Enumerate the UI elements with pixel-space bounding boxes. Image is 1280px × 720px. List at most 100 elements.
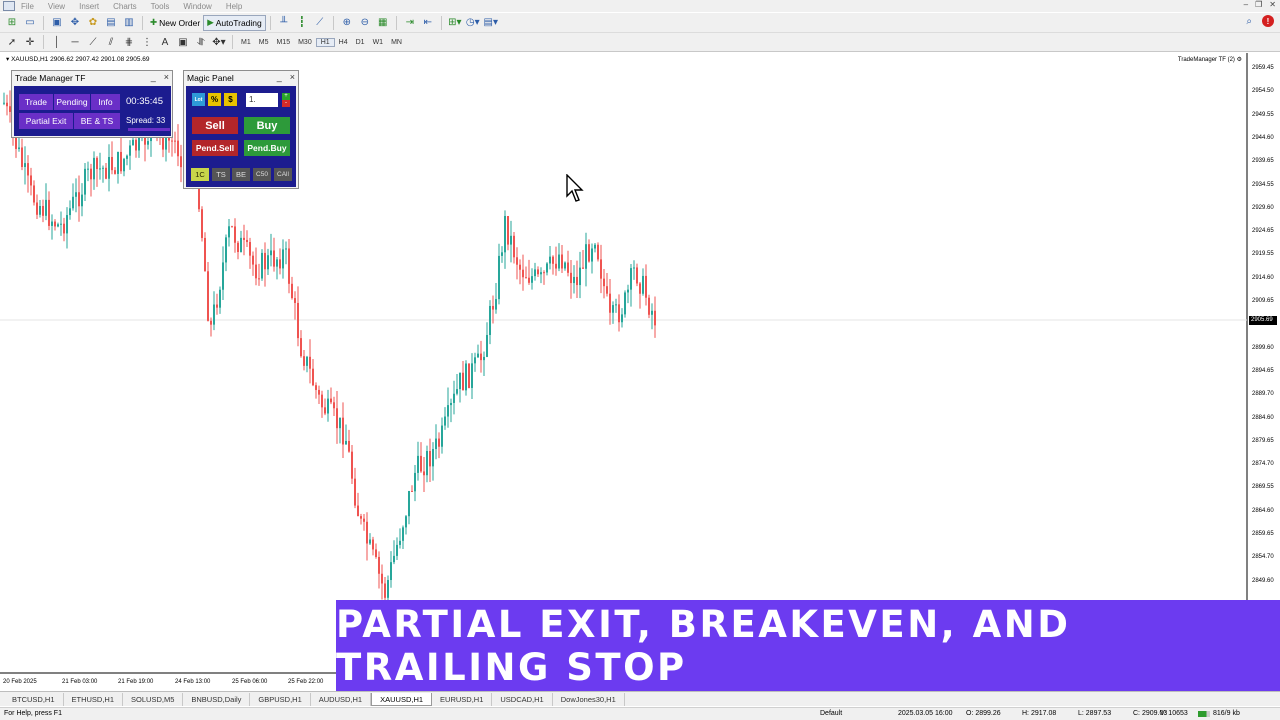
timeframe-m5[interactable]: M5 (255, 39, 273, 46)
text-label-icon[interactable]: ▣ (175, 34, 191, 50)
trailing-stop-button[interactable]: TS (212, 168, 230, 181)
sell-button[interactable]: Sell (192, 117, 238, 134)
timeframe-d1[interactable]: D1 (352, 39, 369, 46)
chart-tab[interactable]: DowJones30,H1 (553, 692, 625, 706)
trade-button[interactable]: Trade (19, 94, 53, 110)
channel-icon[interactable]: ⫽ (103, 34, 119, 50)
gann-icon[interactable]: ⋮ (139, 34, 155, 50)
timeframe-h4[interactable]: H4 (335, 39, 352, 46)
lot-decrease-button[interactable]: - (282, 100, 290, 107)
candle-body (384, 583, 386, 598)
chart-tab[interactable]: SOLUSD,M5 (123, 692, 184, 706)
percent-mode-chip[interactable]: % (208, 93, 221, 106)
tile-windows-icon[interactable]: ▦ (375, 15, 391, 31)
chart-tab[interactable]: BNBUSD,Daily (183, 692, 251, 706)
profiles-icon[interactable]: ▭ (22, 15, 38, 31)
close-50-button[interactable]: C50 (253, 168, 271, 181)
restore-icon[interactable]: ❐ (1255, 0, 1262, 9)
candle-body (321, 394, 323, 408)
data-window-icon[interactable]: ✥ (67, 15, 83, 31)
horizontal-line-icon[interactable]: ─ (67, 34, 83, 50)
menu-help[interactable]: Help (226, 2, 242, 11)
close-one-button[interactable]: 1C (191, 168, 209, 181)
autotrading-button[interactable]: ▶ AutoTrading (203, 14, 266, 31)
timeframe-m15[interactable]: M15 (272, 39, 294, 46)
zoom-out-icon[interactable]: ⊖ (357, 15, 373, 31)
chart-shift-icon[interactable]: ⇤ (420, 15, 436, 31)
pending-button[interactable]: Pending (54, 94, 90, 110)
timeframe-w1[interactable]: W1 (369, 39, 388, 46)
market-watch-icon[interactable]: ▣ (49, 15, 65, 31)
minimize-icon[interactable]: _ (277, 72, 282, 82)
chart-tab[interactable]: USDCAD,H1 (492, 692, 553, 706)
candle-body (552, 256, 554, 264)
text-icon[interactable]: A (157, 34, 173, 50)
money-mode-chip[interactable]: $ (224, 93, 237, 106)
zoom-in-icon[interactable]: ⊕ (339, 15, 355, 31)
candle-body (624, 292, 626, 315)
pending-sell-button[interactable]: Pend.Sell (192, 140, 238, 156)
candle-body (489, 305, 491, 335)
minimize-icon[interactable]: – (1244, 0, 1248, 9)
crosshair-icon[interactable]: ✛ (22, 34, 38, 50)
price-tick: 2954.50 (1252, 88, 1274, 95)
lot-increase-button[interactable]: + (282, 93, 290, 100)
trade-manager-panel[interactable]: Trade Manager TF _ × Trade Pending Info … (11, 70, 173, 138)
buy-button[interactable]: Buy (244, 117, 290, 134)
close-icon[interactable]: × (290, 72, 295, 82)
candle-body (588, 244, 590, 262)
close-icon[interactable]: × (164, 72, 169, 82)
shapes-icon[interactable]: ✥▾ (211, 34, 227, 50)
timeframe-m30[interactable]: M30 (294, 39, 316, 46)
chart-tab[interactable]: XAUUSD,H1 (371, 692, 433, 706)
chart-tab[interactable]: ETHUSD,H1 (64, 692, 124, 706)
menu-file[interactable]: File (21, 2, 34, 11)
chart-tab[interactable]: AUDUSD,H1 (311, 692, 372, 706)
chart-tab[interactable]: EURUSD,H1 (432, 692, 493, 706)
pending-buy-button[interactable]: Pend.Buy (244, 140, 290, 156)
close-all-button[interactable]: CAll (274, 168, 292, 181)
trade-manager-title-bar[interactable]: Trade Manager TF _ × (12, 71, 172, 85)
arrows-icon[interactable]: ⥯ (193, 34, 209, 50)
notification-icon[interactable]: ! (1262, 15, 1274, 27)
breakeven-button[interactable]: BE (232, 168, 250, 181)
new-chart-icon[interactable]: ⊞ (4, 15, 20, 31)
candlestick-icon[interactable]: ┇ (294, 15, 310, 31)
fibonacci-icon[interactable]: ⋕ (121, 34, 137, 50)
indicators-icon[interactable]: ⊞▾ (447, 15, 463, 31)
periods-icon[interactable]: ◷▾ (465, 15, 481, 31)
chart-tab[interactable]: BTCUSD,H1 (4, 692, 64, 706)
search-icon[interactable]: ⌕ (1246, 16, 1252, 27)
menu-view[interactable]: View (48, 2, 65, 11)
auto-scroll-icon[interactable]: ⇥ (402, 15, 418, 31)
chart-tab[interactable]: GBPUSD,H1 (250, 692, 311, 706)
settings-icon[interactable]: ⚙ (1237, 57, 1242, 63)
tester-icon[interactable]: ▥ (121, 15, 137, 31)
chart-menu-icon[interactable]: ▾ (6, 56, 9, 63)
line-chart-icon[interactable]: ⟋ (312, 15, 328, 31)
lot-size-input[interactable]: 1. (246, 93, 278, 107)
cursor-icon[interactable]: ➚ (4, 34, 20, 50)
magic-panel-title-bar[interactable]: Magic Panel _ × (184, 71, 298, 85)
menu-tools[interactable]: Tools (151, 2, 170, 11)
timeframe-h1[interactable]: H1 (315, 37, 335, 47)
magic-panel[interactable]: Magic Panel _ × Lot % $ 1. + - Sell Buy … (183, 70, 299, 189)
menu-window[interactable]: Window (183, 2, 211, 11)
bar-chart-icon[interactable]: ╨ (276, 15, 292, 31)
be-ts-button[interactable]: BE & TS (74, 113, 120, 129)
templates-icon[interactable]: ▤▾ (483, 15, 499, 31)
menu-charts[interactable]: Charts (113, 2, 137, 11)
timeframe-m1[interactable]: M1 (237, 39, 255, 46)
new-order-button[interactable]: ✚ New Order (147, 15, 203, 31)
vertical-line-icon[interactable]: │ (49, 34, 65, 50)
timeframe-mn[interactable]: MN (387, 39, 406, 46)
navigator-icon[interactable]: ✿ (85, 15, 101, 31)
terminal-icon[interactable]: ▤ (103, 15, 119, 31)
minimize-icon[interactable]: _ (151, 72, 156, 82)
close-icon[interactable]: ✕ (1269, 0, 1276, 9)
lot-mode-chip[interactable]: Lot (192, 93, 205, 106)
info-button[interactable]: Info (91, 94, 120, 110)
partial-exit-button[interactable]: Partial Exit (19, 113, 73, 129)
trendline-icon[interactable]: ⟋ (85, 34, 101, 50)
menu-insert[interactable]: Insert (79, 2, 99, 11)
